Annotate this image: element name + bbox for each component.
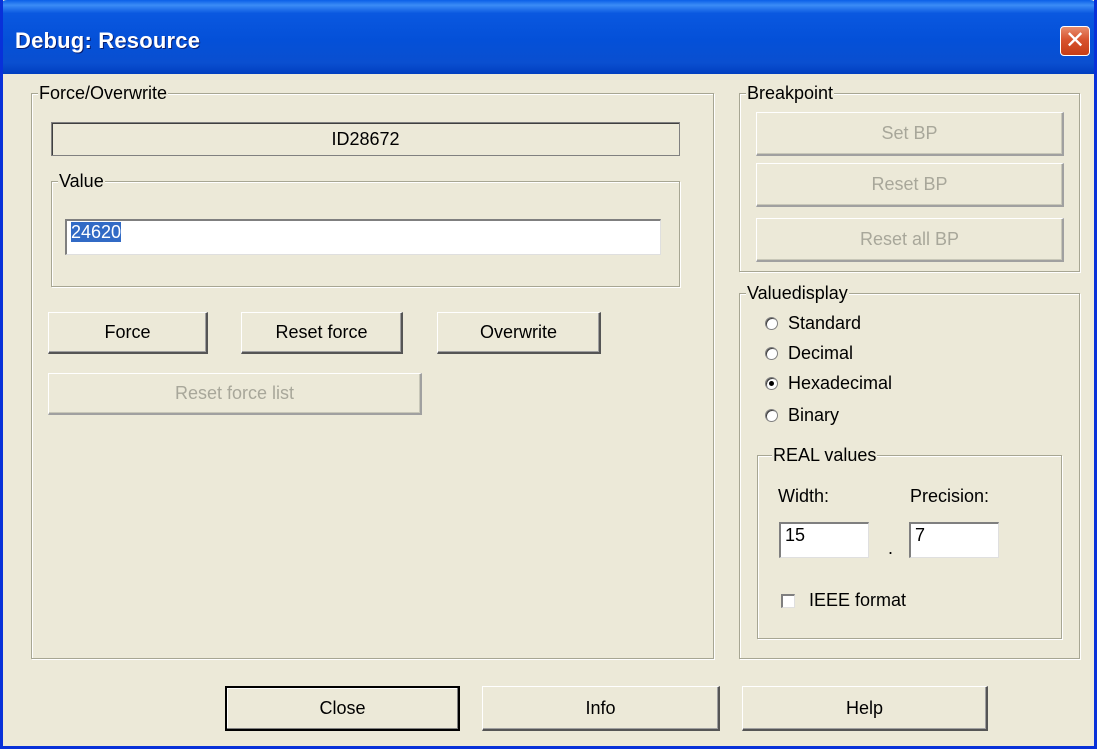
radio-hexadecimal-label: Hexadecimal: [788, 373, 893, 393]
resource-id-field: ID28672: [51, 122, 680, 156]
force-button[interactable]: Force: [48, 312, 208, 354]
reset-bp-button[interactable]: Reset BP: [756, 163, 1064, 207]
radio-standard-label: Standard: [788, 313, 862, 333]
radio-standard-circle[interactable]: [765, 317, 778, 330]
width-label: Width:: [778, 486, 830, 506]
debug-resource-dialog: Debug: Resource ✕ Force/Overwrite ID2867…: [0, 0, 1097, 749]
valuedisplay-legend: Valuedisplay: [746, 282, 849, 304]
radio-hexadecimal[interactable]: Hexadecimal: [765, 373, 892, 394]
ieee-format-checkbox[interactable]: [781, 593, 795, 608]
overwrite-button[interactable]: Overwrite: [437, 312, 601, 354]
close-button[interactable]: Close: [225, 686, 460, 731]
ieee-format-checkbox-row[interactable]: IEEE format: [781, 590, 906, 611]
help-button[interactable]: Help: [742, 686, 988, 731]
set-bp-button[interactable]: Set BP: [756, 112, 1064, 156]
ieee-format-label: IEEE format: [809, 590, 907, 610]
real-values-legend: REAL values: [772, 444, 878, 466]
precision-label: Precision:: [910, 486, 990, 506]
info-button[interactable]: Info: [482, 686, 720, 731]
title-bar[interactable]: Debug: Resource ✕: [3, 0, 1094, 74]
value-input[interactable]: 24620: [65, 219, 661, 255]
value-input-text: 24620: [71, 222, 122, 242]
radio-hexadecimal-circle[interactable]: [765, 377, 778, 390]
value-legend: Value: [58, 170, 105, 192]
force-overwrite-legend: Force/Overwrite: [38, 82, 169, 104]
radio-binary-label: Binary: [788, 405, 840, 425]
radio-decimal[interactable]: Decimal: [765, 343, 853, 364]
radio-binary[interactable]: Binary: [765, 405, 839, 426]
radio-binary-circle[interactable]: [765, 409, 778, 422]
window-title: Debug: Resource: [15, 28, 201, 53]
radio-standard[interactable]: Standard: [765, 313, 861, 334]
reset-force-list-button[interactable]: Reset force list: [48, 373, 422, 415]
breakpoint-legend: Breakpoint: [746, 82, 835, 104]
reset-force-button[interactable]: Reset force: [241, 312, 403, 354]
reset-all-bp-button[interactable]: Reset all BP: [756, 218, 1064, 262]
width-precision-separator: .: [888, 538, 894, 558]
radio-decimal-label: Decimal: [788, 343, 854, 363]
width-input[interactable]: 15: [779, 522, 869, 558]
close-window-icon[interactable]: ✕: [1060, 26, 1090, 56]
precision-input[interactable]: 7: [909, 522, 999, 558]
radio-decimal-circle[interactable]: [765, 347, 778, 360]
